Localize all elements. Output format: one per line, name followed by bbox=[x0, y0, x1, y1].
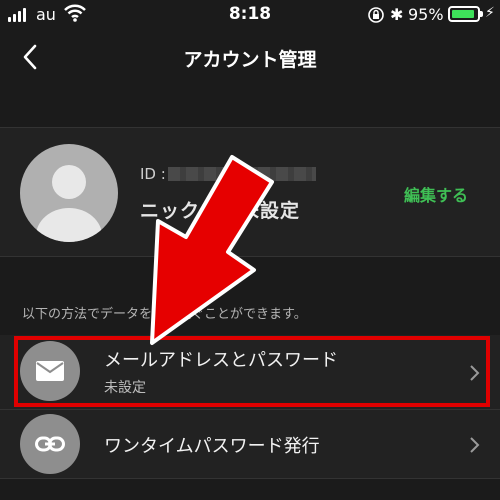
chevron-right-icon bbox=[470, 437, 480, 453]
page-title: アカウント管理 bbox=[183, 49, 317, 71]
id-value-redacted bbox=[168, 167, 316, 181]
nickname: ニックネ 未設定 bbox=[140, 200, 301, 222]
row-title: ワンタイムパスワード発行 bbox=[104, 436, 320, 457]
bluetooth-icon: ✱ bbox=[390, 5, 404, 24]
divider bbox=[0, 478, 500, 479]
person-icon bbox=[36, 165, 102, 242]
charging-icon: ⚡ bbox=[485, 5, 495, 21]
one-time-password-row[interactable]: ワンタイムパスワード発行 bbox=[0, 410, 500, 478]
rotation-lock-icon bbox=[368, 7, 384, 23]
divider bbox=[0, 256, 500, 257]
battery-cap bbox=[480, 11, 483, 17]
battery-percent: 95% bbox=[408, 5, 444, 24]
avatar bbox=[20, 144, 118, 242]
edit-profile-button[interactable]: 編集する bbox=[404, 182, 468, 206]
transfer-info-text: 以下の方法でデータを引き継ぐことができます。 bbox=[22, 307, 307, 322]
battery-icon bbox=[448, 6, 480, 22]
highlight-box bbox=[14, 336, 490, 407]
id-label: ID : bbox=[140, 165, 166, 183]
link-icon bbox=[20, 414, 80, 474]
